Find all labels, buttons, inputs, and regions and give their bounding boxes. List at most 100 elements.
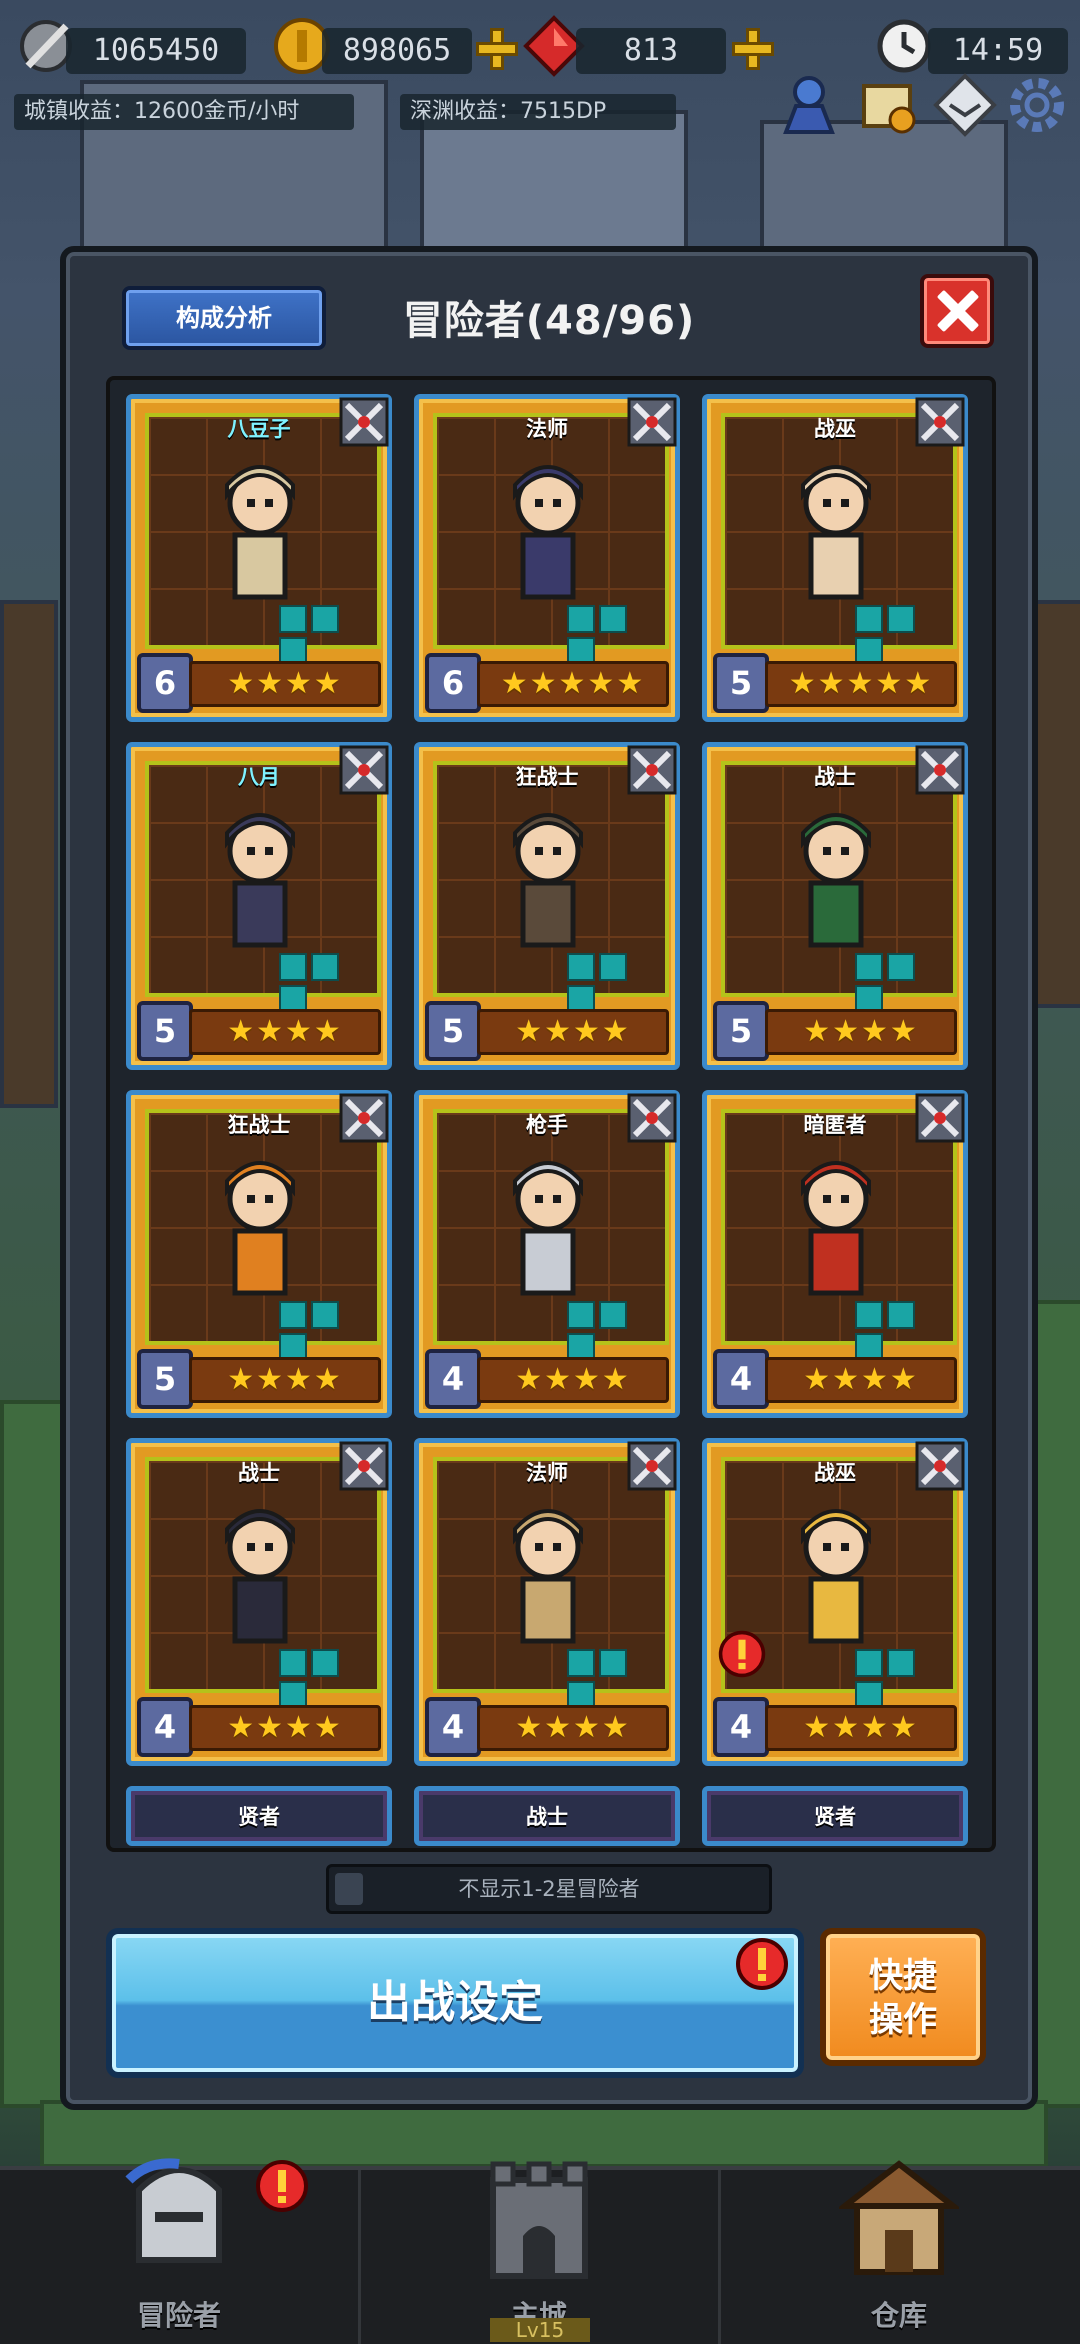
crossed-swords-icon[interactable]	[913, 395, 967, 449]
abyss-income: 深渊收益：7515DP	[400, 94, 676, 130]
hero-sprite	[801, 465, 871, 600]
weapon-slot-icon	[855, 1649, 883, 1677]
hero-card[interactable]: 枪手 4 ★★★★	[414, 1090, 680, 1418]
hide-low-star-toggle[interactable]: 不显示1-2星冒险者	[326, 1864, 772, 1914]
hero-card-partial[interactable]: 贤者	[126, 1786, 392, 1846]
crossed-swords-icon[interactable]	[337, 743, 391, 797]
hero-card[interactable]: 法师 4 ★★★★	[414, 1438, 680, 1766]
hero-card[interactable]: 战巫 4 ★★★★	[702, 1438, 968, 1766]
hero-card-partial[interactable]: 战士	[414, 1786, 680, 1846]
hero-card[interactable]: 八月 5 ★★★★	[126, 742, 392, 1070]
equipment-slots	[855, 1301, 941, 1361]
armor-slot-icon	[311, 605, 339, 633]
hero-sprite	[513, 1161, 583, 1296]
gold-value: 898065	[322, 28, 472, 74]
weapon-slot-icon	[279, 1649, 307, 1677]
castle-icon	[490, 2161, 588, 2279]
scroll-reward-icon[interactable]	[852, 70, 922, 140]
hero-level: 4	[713, 1349, 769, 1409]
battle-setup-button[interactable]: 出战设定	[106, 1928, 804, 2078]
mail-icon[interactable]	[930, 70, 1000, 140]
crossed-swords-icon[interactable]	[625, 395, 679, 449]
hero-stars: ★★★★★	[477, 661, 669, 707]
nav-label-adventurers: 冒险者	[136, 2299, 221, 2332]
hero-sprite	[801, 1509, 871, 1644]
town-income: 城镇收益：12600金币/小时	[14, 94, 354, 130]
gem-value: 813	[576, 28, 726, 74]
toggle-checkbox[interactable]	[335, 1873, 363, 1905]
crossed-swords-icon[interactable]	[913, 1439, 967, 1493]
hero-stars: ★★★★	[189, 661, 381, 707]
hero-alert-icon	[718, 1630, 766, 1678]
hero-stars: ★★★★	[765, 1705, 957, 1751]
armor-slot-icon	[887, 1301, 915, 1329]
crossed-swords-icon[interactable]	[625, 743, 679, 797]
armor-slot-icon	[311, 1649, 339, 1677]
armor-slot-icon	[887, 605, 915, 633]
hero-card-partial[interactable]: 贤者	[702, 1786, 968, 1846]
hero-card[interactable]: 战士 4 ★★★★	[126, 1438, 392, 1766]
armor-slot-icon	[599, 605, 627, 633]
hero-stars: ★★★★	[477, 1357, 669, 1403]
equipment-slots	[567, 1301, 653, 1361]
armor-slot-icon	[599, 1649, 627, 1677]
armor-slot-icon	[887, 953, 915, 981]
nav-label-warehouse: 仓库	[870, 2299, 927, 2332]
hero-card[interactable]: 战巫 5 ★★★★★	[702, 394, 968, 722]
armor-slot-icon	[599, 953, 627, 981]
hero-sprite	[801, 1161, 871, 1296]
equipment-slots	[567, 1649, 653, 1709]
crossed-swords-icon[interactable]	[913, 743, 967, 797]
armor-slot-icon	[599, 1301, 627, 1329]
nav-warehouse[interactable]: 仓库	[720, 2160, 1078, 2344]
armor-slot-icon	[311, 1301, 339, 1329]
hero-card[interactable]: 八豆子 6 ★★★★	[126, 394, 392, 722]
close-button[interactable]	[920, 274, 994, 348]
hero-level: 5	[713, 653, 769, 713]
crossed-swords-icon[interactable]	[337, 1091, 391, 1145]
hero-card[interactable]: 狂战士 5 ★★★★	[414, 742, 680, 1070]
hero-stars: ★★★★	[189, 1357, 381, 1403]
nav-adventurers[interactable]: 冒险者	[0, 2158, 361, 2344]
hero-grid[interactable]: 八豆子 6 ★★★★ 法师 6 ★★★★★ 战巫 5 ★★★★★ 八月 5 ★★★★ 狂战士 5 ★★★★ 战…	[106, 376, 996, 1852]
weapon-slot-icon	[567, 1301, 595, 1329]
hero-level: 4	[425, 1349, 481, 1409]
crossed-swords-icon[interactable]	[625, 1439, 679, 1493]
hero-level: 5	[425, 1001, 481, 1061]
hero-card[interactable]: 暗匿者 4 ★★★★	[702, 1090, 968, 1418]
crossed-swords-icon[interactable]	[913, 1091, 967, 1145]
hero-class-label: 贤者	[238, 1805, 280, 1829]
gear-icon[interactable]	[1002, 70, 1072, 140]
nav-main-city[interactable]: 主城 Lv15	[360, 2161, 721, 2344]
quick-action-button[interactable]: 快捷 操作	[820, 1928, 986, 2066]
weapon-slot-icon	[855, 953, 883, 981]
hero-card[interactable]: 狂战士 5 ★★★★	[126, 1090, 392, 1418]
crossed-swords-icon[interactable]	[337, 395, 391, 449]
weapon-slot-icon	[855, 1301, 883, 1329]
hero-stars: ★★★★	[189, 1009, 381, 1055]
hero-level: 4	[713, 1697, 769, 1757]
hero-level: 6	[425, 653, 481, 713]
hero-level: 5	[137, 1001, 193, 1061]
crossed-swords-icon[interactable]	[625, 1091, 679, 1145]
quick-button-line1: 快捷	[869, 1956, 937, 1996]
ghost-figure-icon[interactable]	[774, 70, 844, 140]
hero-sprite	[801, 813, 871, 948]
hero-stars: ★★★★★	[765, 661, 957, 707]
hero-sprite	[513, 813, 583, 948]
hero-sprite	[513, 465, 583, 600]
hero-card[interactable]: 战士 5 ★★★★	[702, 742, 968, 1070]
crossed-swords-icon[interactable]	[337, 1439, 391, 1493]
hero-level: 4	[425, 1697, 481, 1757]
equipment-slots	[279, 1301, 365, 1361]
add-gem-icon[interactable]	[730, 26, 776, 72]
equipment-slots	[567, 605, 653, 665]
equipment-slots	[855, 953, 941, 1013]
armor-slot-icon	[887, 1649, 915, 1677]
hero-class-label: 贤者	[814, 1805, 856, 1829]
hero-card[interactable]: 法师 6 ★★★★★	[414, 394, 680, 722]
hero-level: 5	[137, 1349, 193, 1409]
add-gold-icon[interactable]	[474, 26, 520, 72]
knight-helmet-icon	[125, 2158, 222, 2263]
hero-stars: ★★★★	[189, 1705, 381, 1751]
